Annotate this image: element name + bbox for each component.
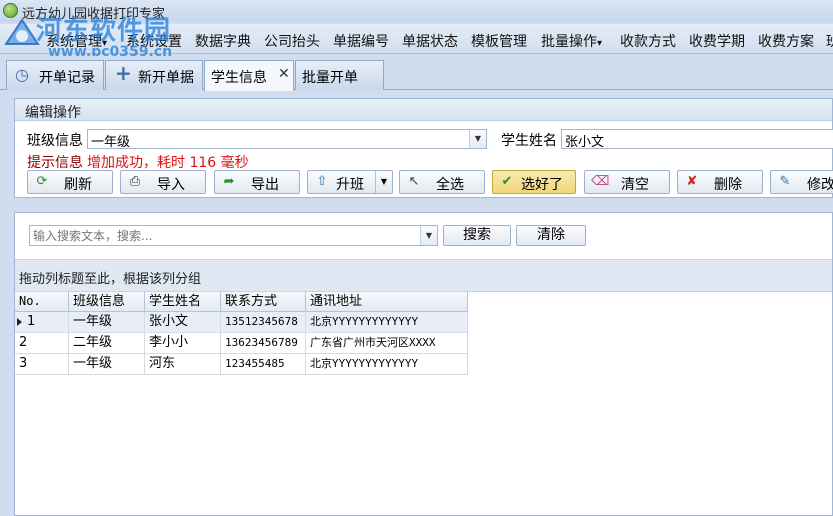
refresh-button[interactable]: ⟳ 刷新 [27,170,113,194]
search-button[interactable]: 搜索 [443,225,511,246]
done-selecting-button[interactable]: ✔ 选好了 [492,170,576,194]
address-cell[interactable]: 北京YYYYYYYYYYYYY [306,312,468,333]
student-name-cell[interactable]: 河东 [145,354,221,375]
menu-template-management[interactable]: 模板管理 [471,31,527,51]
refresh-icon: ⟳ [36,174,48,189]
address-cell[interactable]: 广东省广州市天河区XXXX [306,333,468,354]
eraser-icon: ⌫ [591,174,610,189]
promote-class-button[interactable]: ⇧ 升班 ▼ [307,170,393,194]
promote-icon: ⇧ [316,174,328,189]
row-number-cell[interactable]: 1 [15,312,69,333]
menu-receipt-number[interactable]: 单据编号 [333,31,389,51]
tab-student-info[interactable]: 学生信息 ✕ [204,60,294,91]
chevron-down-icon[interactable]: ▼ [420,226,437,245]
group-by-hint: 拖动列标题至此，根据该列分组 [19,272,202,287]
column-header-no[interactable]: No. [15,292,69,312]
contact-cell[interactable]: 123455485 [221,354,306,375]
tab-new-receipt[interactable]: + 新开单据 [105,60,203,90]
close-icon[interactable]: ✕ [278,66,290,82]
cursor-icon: ↖ [408,174,420,189]
student-name-cell[interactable]: 李小小 [145,333,221,354]
tab-order-records[interactable]: ◷ 开单记录 [6,60,104,90]
plus-icon: + [115,61,132,85]
history-icon: ◷ [15,65,29,84]
clear-search-button[interactable]: 清除 [516,225,586,246]
search-input[interactable] [33,227,418,244]
class-combobox[interactable]: 一年级 ▼ [87,129,487,150]
menu-fee-semester[interactable]: 收费学期 [689,31,745,51]
title-bar: 远方幼儿园收据打印专家 [0,0,833,22]
group-by-panel[interactable]: 拖动列标题至此，根据该列分组 [15,259,832,292]
export-button[interactable]: ➦ 导出 [214,170,300,194]
chevron-down-icon[interactable]: ▼ [375,171,392,193]
contact-cell[interactable]: 13512345678 [221,312,306,333]
menu-data-dictionary[interactable]: 数据字典 [195,31,251,51]
menu-batch-operations[interactable]: 批量操作▾ [541,31,602,51]
student-name-field[interactable]: 张小文 [561,129,833,150]
chevron-down-icon[interactable]: ▼ [469,130,486,148]
class-cell[interactable]: 一年级 [69,354,145,375]
student-name-value: 张小文 [565,135,605,150]
student-name-cell[interactable]: 张小文 [145,312,221,333]
address-cell[interactable]: 北京YYYYYYYYYYYYY [306,354,468,375]
edit-button[interactable]: ✎ 修改 [770,170,833,194]
class-value: 一年级 [91,135,131,150]
menu-receipt-status[interactable]: 单据状态 [402,31,458,51]
tab-batch-order[interactable]: 批量开单 [295,60,384,90]
class-cell[interactable]: 一年级 [69,312,145,333]
menu-system-management[interactable]: 系统管理▾ [46,31,107,51]
contact-cell[interactable]: 13623456789 [221,333,306,354]
group-title: 编辑操作 [25,105,81,121]
check-icon: ✔ [501,174,513,189]
column-header-class[interactable]: 班级信息 [69,292,145,312]
student-info-page: 编辑操作 班级信息 一年级 ▼ 学生姓名 张小文 提示信息 增加成功，耗时 11… [6,92,833,516]
column-header-address[interactable]: 通讯地址 [306,292,468,312]
row-number-cell[interactable]: 3 [15,354,69,375]
menu-payment-method[interactable]: 收款方式 [620,31,676,51]
app-icon [3,3,18,18]
hint-label: 提示信息 [27,155,83,171]
document-tab-bar: ◷ 开单记录 + 新开单据 学生信息 ✕ 批量开单 [0,56,833,91]
row-number-cell[interactable]: 2 [15,333,69,354]
column-header-student-name[interactable]: 学生姓名 [145,292,221,312]
delete-button[interactable]: ✘ 删除 [677,170,763,194]
class-cell[interactable]: 二年级 [69,333,145,354]
group-header: 编辑操作 [15,99,832,121]
window-title: 远方幼儿园收据打印专家 [22,7,166,22]
menu-bar: 系统管理▾ 系统设置 数据字典 公司抬头 单据编号 单据状态 模板管理 批量操作… [0,24,833,54]
edit-operations-group: 编辑操作 班级信息 一年级 ▼ 学生姓名 张小文 提示信息 增加成功，耗时 11… [14,98,833,198]
student-name-label: 学生姓名 [501,133,557,149]
import-button[interactable]: ⎙ 导入 [120,170,206,194]
edit-icon: ✎ [779,174,791,189]
menu-system-settings[interactable]: 系统设置 [126,31,182,51]
menu-fee-plan[interactable]: 收费方案 [758,31,814,51]
student-grid-panel: ▼ 搜索 清除 拖动列标题至此，根据该列分组 No. 班级信息 学生姓名 联系方… [14,212,833,516]
hint-message: 增加成功，耗时 116 毫秒 [87,155,249,171]
class-label: 班级信息 [27,133,83,149]
delete-icon: ✘ [686,174,698,189]
menu-class-truncated[interactable]: 班 [826,31,833,51]
import-icon: ⎙ [129,174,141,189]
export-icon: ➦ [223,174,235,189]
search-combobox[interactable]: ▼ [29,225,438,246]
current-row-indicator-icon [17,318,22,326]
select-all-button[interactable]: ↖ 全选 [399,170,485,194]
menu-company-header[interactable]: 公司抬头 [264,31,320,51]
column-header-contact[interactable]: 联系方式 [221,292,306,312]
clear-button[interactable]: ⌫ 清空 [584,170,670,194]
